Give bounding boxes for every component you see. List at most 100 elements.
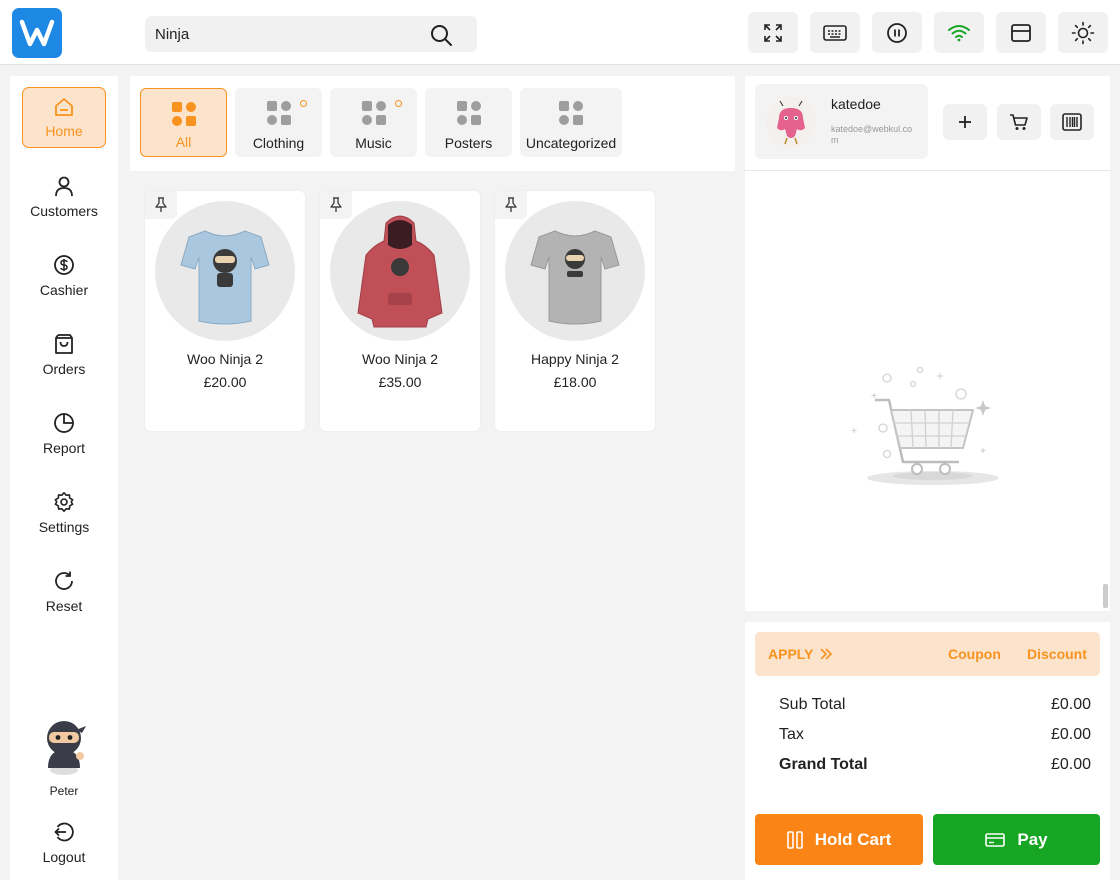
sidebar-item-report[interactable]: Report: [22, 403, 106, 464]
pin-button[interactable]: [320, 191, 352, 219]
category-music[interactable]: Music: [330, 88, 417, 157]
expand-icon: [764, 23, 782, 42]
cart-button[interactable]: [997, 104, 1041, 140]
divider: [745, 170, 1110, 171]
barcode-icon: [1062, 113, 1082, 131]
sidebar-item-label: Report: [42, 439, 86, 456]
sidebar-item-customers[interactable]: Customers: [22, 166, 106, 227]
wifi-button[interactable]: [934, 12, 984, 53]
pin-button[interactable]: [495, 191, 527, 219]
product-price: £18.00: [553, 374, 597, 390]
subtotal-row: Sub Total £0.00: [779, 696, 1091, 714]
gear-icon: [54, 491, 74, 512]
pay-button[interactable]: Pay: [933, 814, 1100, 865]
wifi-icon: [948, 24, 970, 41]
category-all[interactable]: All: [140, 88, 227, 157]
theme-button[interactable]: [1058, 12, 1108, 53]
apply-label: APPLY: [768, 646, 814, 662]
product-image: [155, 201, 295, 341]
category-clothing[interactable]: Clothing: [235, 88, 322, 157]
hold-cart-label: Hold Cart: [814, 829, 892, 849]
search-icon[interactable]: [429, 23, 453, 47]
category-posters[interactable]: Posters: [425, 88, 512, 157]
category-uncategorized[interactable]: Uncategorized: [520, 88, 622, 157]
empty-cart-illustration: [851, 366, 999, 485]
keyboard-icon: [823, 24, 847, 41]
pin-button[interactable]: [145, 191, 177, 219]
tax-value: £0.00: [1050, 726, 1091, 743]
category-label: Clothing: [252, 135, 305, 151]
grand-total-label: Grand Total: [779, 756, 868, 773]
sidebar-item-label: Reset: [45, 597, 83, 614]
category-label: Posters: [444, 135, 493, 151]
apply-button[interactable]: APPLY: [768, 646, 833, 662]
logo-icon: [19, 19, 55, 47]
pause-button[interactable]: [872, 12, 922, 53]
discount-button[interactable]: Discount: [1027, 646, 1087, 662]
product-card[interactable]: Woo Ninja 2 £35.00: [320, 191, 480, 431]
user-icon: [55, 176, 73, 196]
logo: [12, 8, 62, 58]
sidebar-item-label: Settings: [38, 518, 90, 535]
sidebar-item-label: Home: [45, 122, 83, 139]
category-bar: All Clothing Music Posters Uncategorized: [130, 76, 735, 171]
customer-card[interactable]: katedoe katedoe@webkul.com: [755, 84, 928, 159]
pin-icon: [155, 197, 167, 212]
customer-email: katedoe@webkul.com: [831, 124, 913, 145]
sidebar-item-cashier[interactable]: Cashier: [22, 245, 106, 306]
keyboard-button[interactable]: [810, 12, 860, 53]
pin-icon: [505, 197, 517, 212]
checkout-panel: APPLY Coupon Discount Sub Total £0.00 Ta…: [745, 622, 1110, 880]
hold-cart-button[interactable]: Hold Cart: [755, 814, 923, 865]
sidebar-item-orders[interactable]: Orders: [22, 324, 106, 385]
subtotal-label: Sub Total: [779, 696, 846, 713]
cash-drawer-button[interactable]: [996, 12, 1046, 53]
pause-icon: [887, 22, 907, 43]
tax-row: Tax £0.00: [779, 726, 1091, 744]
product-name: Happy Ninja 2: [531, 351, 619, 367]
add-customer-button[interactable]: [943, 104, 987, 140]
subcategory-indicator: [395, 100, 402, 107]
product-card[interactable]: Woo Ninja 2 £20.00: [145, 191, 305, 431]
sidebar-item-home[interactable]: Home: [22, 87, 106, 148]
coupon-button[interactable]: Coupon: [948, 646, 1001, 662]
customer-avatar: [765, 96, 817, 148]
logout-button[interactable]: Logout: [22, 814, 106, 872]
product-card[interactable]: Happy Ninja 2 £18.00: [495, 191, 655, 431]
product-image: [505, 201, 645, 341]
category-grid-icon: [456, 101, 481, 125]
pie-chart-icon: [54, 412, 74, 433]
product-image: [330, 201, 470, 341]
sun-icon: [1071, 21, 1095, 44]
customer-name: katedoe: [831, 96, 881, 112]
category-label: Music: [355, 135, 392, 151]
category-grid-icon: [171, 102, 196, 126]
scrollbar[interactable]: [1103, 584, 1108, 608]
avatar: [47, 721, 86, 775]
home-icon: [55, 97, 73, 116]
cart-icon: [1010, 114, 1028, 130]
category-label: All: [175, 134, 192, 150]
tax-label: Tax: [779, 726, 804, 743]
category-grid-icon: [266, 101, 291, 125]
cart-panel: katedoe katedoe@webkul.com: [745, 76, 1110, 611]
barcode-button[interactable]: [1050, 104, 1094, 140]
category-grid-icon: [559, 101, 583, 125]
sidebar-item-label: Customers: [30, 202, 98, 219]
search-input[interactable]: [145, 16, 425, 52]
sidebar: Home Customers Cashier Orders Report Set…: [10, 76, 118, 880]
product-name: Woo Ninja 2: [361, 351, 438, 367]
drawer-icon: [1011, 23, 1031, 42]
hold-icon: [786, 830, 803, 849]
sidebar-item-reset[interactable]: Reset: [22, 561, 106, 622]
double-chevron-right-icon: [820, 648, 833, 660]
sidebar-item-settings[interactable]: Settings: [22, 482, 106, 543]
sidebar-item-label: Cashier: [39, 281, 89, 298]
logout-label: Logout: [42, 849, 86, 865]
pay-label: Pay: [1017, 829, 1048, 849]
user-profile[interactable]: Peter: [10, 716, 118, 798]
refresh-icon: [55, 571, 73, 590]
card-icon: [985, 832, 1006, 847]
bag-icon: [55, 333, 73, 354]
fullscreen-button[interactable]: [748, 12, 798, 53]
